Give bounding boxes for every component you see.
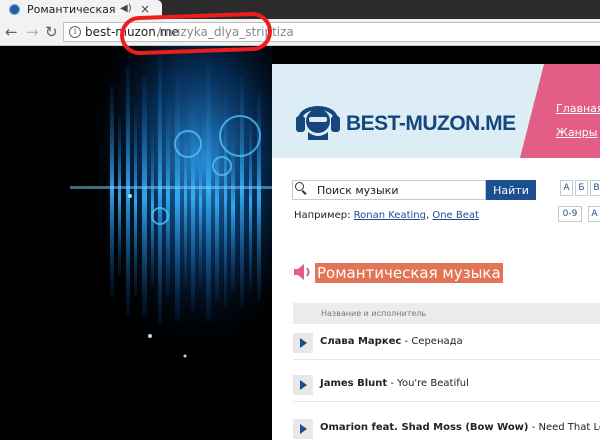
close-tab-icon[interactable]: × (140, 2, 150, 16)
track-row[interactable]: Omarion feat. Shad Moss (Bow Wow) - Need… (293, 412, 600, 440)
alphabet-digits[interactable]: 0-9 (558, 206, 582, 222)
headphones-logo-icon[interactable] (294, 94, 342, 140)
alphabet-letter[interactable]: А (560, 180, 573, 196)
track-artist: Слава Маркес (320, 336, 402, 347)
background-artwork (0, 46, 272, 440)
tab-strip: Романтическая м ◀) × (0, 0, 600, 19)
track-title: You're Beatiful (397, 378, 469, 389)
track-title: Серенада (411, 336, 463, 347)
site-header: BEST-MUZON.ME Главная Жанры (272, 64, 600, 158)
track-separator: - (390, 378, 394, 389)
search-examples: Например: Ronan Keating, One Beat (294, 210, 479, 221)
back-arrow-icon[interactable]: ← (5, 23, 18, 41)
track-artist: Omarion feat. Shad Moss (Bow Wow) (320, 422, 529, 433)
track-artist: James Blunt (320, 378, 388, 389)
track-label[interactable]: Слава Маркес - Серенада (320, 336, 463, 347)
example-link-1[interactable]: Ronan Keating (354, 210, 426, 221)
section-title: Романтическая музыка (315, 263, 503, 283)
track-row[interactable]: Слава Маркес - Серенада (293, 326, 600, 360)
search-button[interactable]: Найти (486, 180, 536, 200)
track-separator: - (531, 422, 536, 433)
play-icon[interactable] (293, 375, 313, 395)
track-separator: - (404, 336, 409, 347)
browser-toolbar: ← → ↻ i best-muzon.me /muzyka_dlya_strip… (0, 19, 600, 46)
play-icon[interactable] (293, 419, 313, 439)
speaker-icon (294, 264, 310, 280)
site-logo-text[interactable]: BEST-MUZON.ME (346, 112, 516, 136)
nav-link-genres[interactable]: Жанры (556, 126, 597, 139)
speaker-icon[interactable]: ◀) (120, 3, 132, 14)
site-favicon-icon (9, 4, 20, 15)
nav-link-main[interactable]: Главная (556, 102, 600, 115)
search-input[interactable] (292, 180, 486, 200)
alphabet-letter[interactable]: В (590, 180, 600, 196)
track-label[interactable]: James Blunt - You're Beatiful (320, 378, 469, 389)
forward-arrow-icon[interactable]: → (26, 23, 39, 41)
tracks-table-header: Название и исполнитель (293, 303, 600, 324)
search-icon (295, 182, 304, 191)
example-link-2[interactable]: One Beat (432, 210, 479, 221)
annotation-ring (119, 11, 273, 56)
track-row[interactable]: James Blunt - You're Beatiful (293, 368, 600, 402)
alphabet-letter[interactable]: Б (575, 180, 588, 196)
site-page: BEST-MUZON.ME Главная Жанры Найти Наприм… (272, 64, 600, 440)
play-icon[interactable] (293, 333, 313, 353)
example-label: Например: (294, 210, 351, 221)
reload-icon[interactable]: ↻ (45, 23, 58, 41)
track-title: Need That Love (538, 422, 600, 433)
example-separator: , (425, 210, 430, 221)
alphabet-letter[interactable]: А (588, 206, 600, 222)
track-label[interactable]: Omarion feat. Shad Moss (Bow Wow) - Need… (320, 422, 600, 433)
tab-title: Романтическая м (27, 3, 117, 16)
info-icon[interactable]: i (69, 26, 81, 38)
